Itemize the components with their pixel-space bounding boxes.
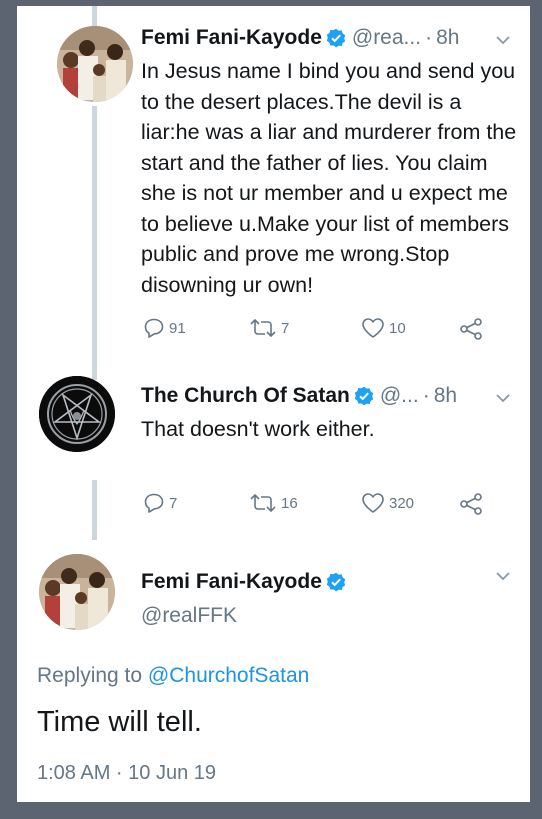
verified-badge-icon: [326, 572, 346, 592]
main-tweet-text: Time will tell.: [37, 706, 202, 738]
reply-icon: [144, 493, 164, 513]
retweet-icon: [250, 494, 276, 512]
display-name[interactable]: Femi Fani-Kayode: [141, 570, 322, 594]
like-button[interactable]: 10: [361, 317, 406, 339]
like-icon: [362, 493, 384, 513]
separator-dot: ·: [422, 384, 430, 407]
tweet-header: The Church Of Satan @... · 8h: [141, 380, 457, 412]
separator-dot: ·: [425, 26, 433, 49]
reply-icon: [144, 318, 164, 338]
display-name[interactable]: The Church Of Satan: [141, 384, 350, 408]
share-icon: [460, 493, 482, 515]
verified-badge-icon: [326, 28, 346, 48]
reply-count: 7: [169, 494, 178, 512]
replying-to: Replying to @ChurchofSatan: [37, 664, 309, 688]
tweet-timestamp[interactable]: 1:08 AM · 10 Jun 19: [37, 762, 216, 785]
avatar-femi-fani-kayode[interactable]: [57, 26, 133, 102]
chevron-down-icon[interactable]: [495, 568, 511, 584]
retweet-count: 7: [281, 319, 290, 337]
tweet-time[interactable]: 8h: [434, 384, 457, 408]
retweet-button[interactable]: 16: [249, 492, 298, 514]
tweet-thread-card: Femi Fani-Kayode @rea... · 8h In Jesus n…: [17, 6, 530, 802]
tweet-actions: 7 16 320: [143, 492, 503, 520]
share-button[interactable]: [459, 317, 483, 341]
chevron-down-icon[interactable]: [495, 32, 511, 48]
tweet-actions: 91 7 10: [143, 317, 503, 345]
reply-count: 91: [169, 319, 186, 337]
retweet-count: 16: [281, 494, 298, 512]
thread-line-bottom: [92, 480, 97, 540]
reply-button[interactable]: 7: [143, 492, 177, 514]
tweet-text: That doesn't work either.: [141, 417, 375, 441]
display-name[interactable]: Femi Fani-Kayode: [141, 26, 322, 50]
tweet-time[interactable]: 8h: [436, 26, 459, 50]
like-icon: [362, 318, 384, 338]
avatar-church-of-satan[interactable]: [39, 376, 115, 452]
share-button[interactable]: [459, 492, 483, 516]
handle[interactable]: @rea...: [352, 26, 421, 50]
tweet-text: In Jesus name I bind you and send you to…: [141, 59, 517, 297]
avatar-femi-fani-kayode-main[interactable]: [39, 554, 115, 630]
tweet-header: Femi Fani-Kayode @rea... · 8h: [141, 22, 459, 54]
reply-button[interactable]: 91: [143, 317, 186, 339]
mention-link[interactable]: @ChurchofSatan: [148, 664, 309, 687]
retweet-button[interactable]: 7: [249, 317, 289, 339]
main-tweet-header: Femi Fani-Kayode: [141, 566, 346, 598]
pentagram-icon: [39, 376, 115, 452]
like-button[interactable]: 320: [361, 492, 414, 514]
chevron-down-icon[interactable]: [495, 390, 511, 406]
like-count: 10: [389, 319, 406, 337]
handle[interactable]: @...: [380, 384, 419, 408]
thread-line-top: [92, 6, 97, 26]
handle[interactable]: @realFFK: [141, 604, 237, 628]
retweet-icon: [250, 319, 276, 337]
verified-badge-icon: [354, 386, 374, 406]
share-icon: [460, 318, 482, 340]
thread-line-mid: [92, 106, 97, 380]
like-count: 320: [389, 494, 415, 512]
replying-prefix: Replying to: [37, 664, 143, 687]
